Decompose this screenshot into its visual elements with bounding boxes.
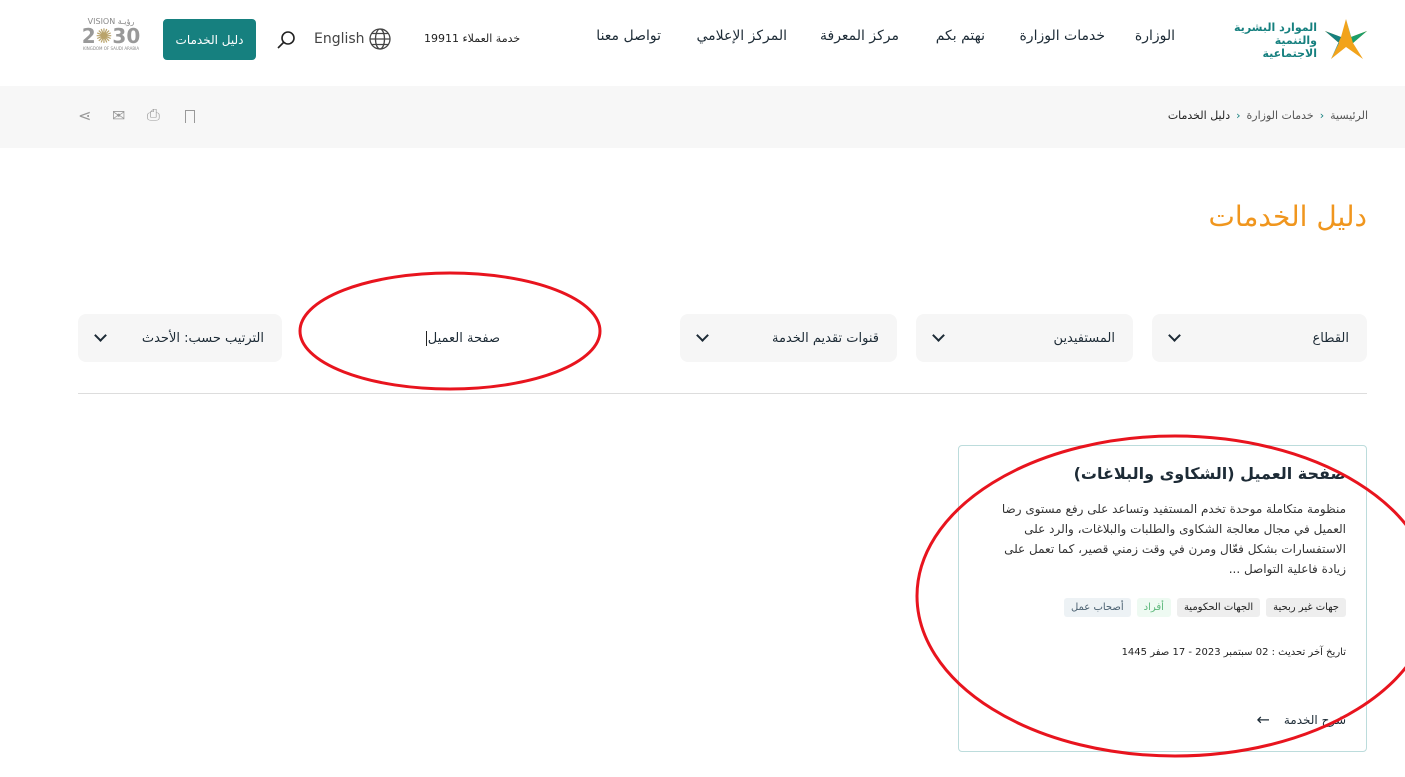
print-icon[interactable]: ⎙ bbox=[147, 105, 160, 125]
chevron-down-icon bbox=[696, 329, 709, 342]
sort-label: الترتيب حسب: الأحدث bbox=[141, 330, 264, 346]
service-explanation-link[interactable]: شرح الخدمة ← bbox=[1256, 710, 1346, 729]
vision-2030-logo: VISION رؤيـة 2✺30 KINGDOM OF SAUDI ARABI… bbox=[81, 17, 141, 51]
logo-emblem-icon bbox=[1325, 19, 1367, 59]
chevron-down-icon bbox=[932, 329, 945, 342]
search-icon[interactable] bbox=[276, 30, 296, 50]
bookmark-icon[interactable] bbox=[185, 110, 195, 123]
arrow-left-icon: ← bbox=[1256, 710, 1270, 729]
nav-contact[interactable]: تواصل معنا bbox=[596, 28, 661, 44]
nav-media-center[interactable]: المركز الإعلامي bbox=[696, 28, 787, 44]
channels-label: قنوات تقديم الخدمة bbox=[772, 330, 879, 346]
nav-knowledge-center[interactable]: مركز المعرفة bbox=[820, 28, 899, 44]
tag: الجهات الحكومية bbox=[1176, 598, 1261, 617]
breadcrumb-bar: الرئيسية ‹ خدمات الوزارة ‹ دليل الخدمات ⋖ … bbox=[0, 86, 1405, 148]
customer-service-number[interactable]: خدمة العملاء 19911 bbox=[424, 32, 520, 45]
chevron-down-icon bbox=[94, 329, 107, 342]
nav-ministry-services[interactable]: خدمات الوزارة bbox=[1019, 28, 1105, 44]
divider bbox=[78, 393, 1367, 394]
card-title[interactable]: صفحة العميل (الشكاوى والبلاغات) bbox=[979, 464, 1346, 483]
tag: أفراد bbox=[1136, 598, 1171, 617]
card-updated-date: تاريخ آخر تحديث : 02 سبتمبر 2023 - 17 صف… bbox=[1121, 647, 1346, 658]
breadcrumb-ministry-services[interactable]: خدمات الوزارة bbox=[1247, 109, 1314, 122]
breadcrumb-current: دليل الخدمات bbox=[1167, 109, 1231, 122]
language-label: English bbox=[314, 31, 365, 47]
email-icon[interactable]: ✉ bbox=[112, 106, 125, 125]
card-description: منظومة متكاملة موحدة تخدم المستفيد وتساع… bbox=[1001, 502, 1346, 576]
language-switch[interactable]: English bbox=[314, 28, 391, 50]
card-tags: جهات غير ربحية الجهات الحكومية أفراد أصحاب … bbox=[979, 595, 1346, 617]
services-guide-button[interactable]: دليل الخدمات bbox=[163, 19, 256, 60]
page-title: دليل الخدمات bbox=[1208, 200, 1367, 233]
logo-text: الموارد البشرية والتنمية الاجتماعية bbox=[1234, 20, 1317, 60]
sort-select[interactable]: الترتيب حسب: الأحدث bbox=[78, 314, 282, 362]
sector-filter[interactable]: القطاع bbox=[1152, 314, 1367, 362]
link-label: شرح الخدمة bbox=[1283, 712, 1346, 727]
breadcrumb: الرئيسية ‹ خدمات الوزارة ‹ دليل الخدمات bbox=[1167, 109, 1368, 122]
beneficiaries-filter[interactable]: المستفيدين bbox=[916, 314, 1133, 362]
channels-filter[interactable]: قنوات تقديم الخدمة bbox=[680, 314, 897, 362]
share-icon[interactable]: ⋖ bbox=[78, 106, 91, 125]
sector-label: القطاع bbox=[1312, 330, 1349, 346]
search-input[interactable]: صفحة العميل bbox=[300, 314, 518, 362]
ministry-logo[interactable]: الموارد البشرية والتنمية الاجتماعية bbox=[1204, 14, 1369, 66]
globe-icon bbox=[368, 28, 391, 50]
search-value: صفحة العميل bbox=[425, 330, 500, 346]
tag: أصحاب عمل bbox=[1063, 598, 1131, 617]
tag: جهات غير ربحية bbox=[1266, 598, 1346, 617]
chevron-down-icon bbox=[1168, 329, 1181, 342]
breadcrumb-home[interactable]: الرئيسية bbox=[1330, 109, 1368, 122]
nav-ministry[interactable]: الوزارة bbox=[1135, 28, 1175, 44]
nav-we-care[interactable]: نهتم بكم bbox=[936, 28, 985, 44]
service-card[interactable]: صفحة العميل (الشكاوى والبلاغات) منظومة م… bbox=[958, 445, 1367, 752]
beneficiaries-label: المستفيدين bbox=[1053, 330, 1115, 346]
